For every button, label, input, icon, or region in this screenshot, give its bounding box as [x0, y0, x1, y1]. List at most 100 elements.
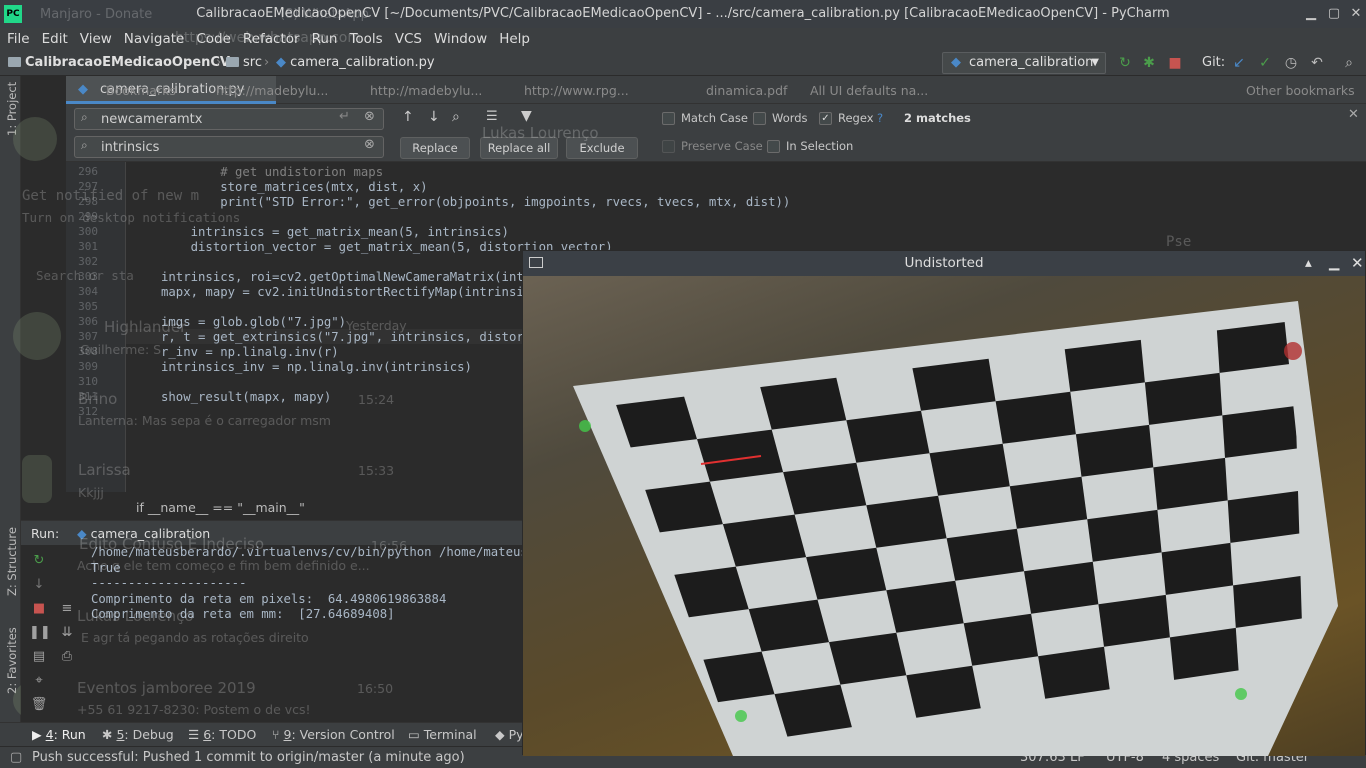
regex-help-link[interactable]: ? [877, 111, 883, 125]
replace-button[interactable]: Replace [400, 137, 470, 159]
revert-icon[interactable]: ↶ [1308, 54, 1326, 72]
ghost-chat-msg: E agr tá pegando as rotações direito [81, 630, 309, 645]
breadcrumb-project[interactable]: CalibracaoEMedicaoOpenCV [8, 55, 230, 70]
menu-view[interactable]: View [74, 28, 118, 50]
line-number: 302 [78, 255, 98, 268]
previous-occurrence-icon[interactable]: ↑ [402, 109, 414, 125]
git-label: Git: [1202, 55, 1226, 70]
menu-edit[interactable]: Edit [36, 28, 74, 50]
filter-icon[interactable]: ▼ [521, 108, 532, 124]
code-line: r_inv = np.linalg.inv(r) [161, 345, 339, 359]
search-icon[interactable]: ⌕ [1340, 54, 1358, 72]
stop-icon[interactable]: ■ [1166, 54, 1184, 72]
soft-wrap-icon[interactable]: ≡ [57, 601, 77, 621]
rerun-icon[interactable]: ↻ [29, 553, 49, 573]
chevron-down-icon: ▼ [1091, 57, 1099, 68]
in-selection-checkbox[interactable] [767, 140, 780, 153]
replace-input[interactable] [74, 136, 384, 158]
scroll-to-end-icon[interactable]: ⇊ [57, 625, 77, 645]
rerun-icon[interactable]: ↻ [1116, 54, 1134, 72]
line-number: 301 [78, 240, 98, 253]
trash-icon[interactable]: 🗑 [29, 697, 49, 717]
tab-python-console[interactable]: ◆ Py [495, 727, 524, 742]
print-icon[interactable]: ⎙ [57, 649, 77, 669]
camera-image[interactable] [523, 276, 1365, 756]
ghost-bookmark: All UI defaults na... [810, 83, 929, 98]
words-checkbox[interactable] [753, 112, 766, 125]
menu-window[interactable]: Window [428, 28, 493, 50]
tab-run[interactable]: ▶ 4: Run [32, 727, 86, 742]
ghost-chat-msg: Lanterna: Mas sepa é o carregador msm [78, 413, 331, 428]
newline-icon[interactable]: ↵ [339, 109, 350, 124]
ghost-chat-msg: Kkjjj [78, 485, 104, 500]
tab-debug[interactable]: ✱ 5: Debug [102, 727, 174, 742]
code-line: imgs = glob.glob("7.jpg") [161, 315, 347, 329]
ghost-text: Get notified of new m [22, 188, 200, 204]
git-commit-icon[interactable]: ✓ [1256, 54, 1274, 72]
pause-icon[interactable]: ❚❚ [29, 625, 51, 645]
tab-terminal[interactable]: ▭ Terminal [408, 727, 477, 742]
git-update-icon[interactable]: ↙ [1230, 54, 1248, 72]
line-number: 306 [78, 315, 98, 328]
line-number: 300 [78, 225, 98, 238]
close-icon[interactable]: ✕ [1351, 251, 1364, 276]
code-line: intrinsics = get_matrix_mean(5, intrinsi… [161, 225, 509, 239]
find-all-icon[interactable]: ⌕ [452, 109, 460, 125]
ghost-chat-name: Brino [78, 390, 118, 408]
python-file-icon: ◆ [276, 55, 286, 70]
window-up-icon[interactable]: ▴ [1305, 251, 1312, 276]
regex-checkbox[interactable]: ✓ [819, 112, 832, 125]
menu-bar: File Edit View Navigate Code Refactor Run Tools… [0, 28, 1366, 50]
menu-vcs[interactable]: VCS [389, 28, 428, 50]
layout-icon[interactable]: ▤ [29, 649, 49, 669]
scroll-down-icon[interactable]: ↓ [29, 577, 49, 597]
menu-help[interactable]: Help [493, 28, 536, 50]
editor-breadcrumb[interactable]: if __name__ == "__main__" [136, 500, 305, 515]
matches-count: 2 matches [904, 111, 971, 125]
history-icon[interactable]: ◷ [1282, 54, 1300, 72]
ghost-bookmark: http://madebylu... [370, 83, 483, 98]
regex-label: Regex [838, 111, 874, 125]
checker-square [829, 632, 907, 685]
status-toggle-icon[interactable]: ▢ [10, 750, 22, 765]
line-number: 310 [78, 375, 98, 388]
words-label: Words [772, 111, 808, 125]
search-input[interactable] [74, 108, 384, 130]
breadcrumb-file[interactable]: ◆ camera_calibration.py [276, 55, 435, 70]
structure-tool-tab[interactable]: Z: Structure [5, 527, 19, 596]
ghost-chat-name: Eventos jamboree 2019 [77, 679, 256, 697]
clear-search-icon[interactable]: ⊗ [364, 109, 375, 124]
stop-icon[interactable]: ■ [29, 601, 49, 621]
code-line: print("STD Error:", get_error(objpoints,… [161, 195, 791, 209]
select-all-occurrences-icon[interactable]: ☰ [486, 109, 498, 124]
pin-icon[interactable]: ⌖ [29, 673, 49, 693]
status-message[interactable]: Push successful: Pushed 1 commit to orig… [32, 750, 465, 765]
maximize-icon[interactable]: ▢ [1325, 5, 1343, 23]
breadcrumb-src[interactable]: src [226, 55, 262, 70]
ghost-contact-header: Lukas Lourenço [482, 124, 599, 142]
ghost-chat-time: Yesterday [346, 318, 407, 333]
tab-todo[interactable]: ☰ 6: TODO [188, 727, 256, 742]
ghost-bookmark: Other bookmarks [1246, 83, 1355, 98]
match-case-checkbox[interactable] [662, 112, 675, 125]
close-icon[interactable]: ✕ [1347, 5, 1365, 23]
editor-tab-bar: ◆ camera_calibration.py Bookmarks http:/… [66, 76, 1366, 104]
run-configuration-select[interactable]: camera_calibration ▼ ◆ [942, 52, 1106, 74]
tab-version-control[interactable]: ⑂ 9: Version Control [272, 727, 395, 742]
minimize-icon[interactable]: ▁ [1302, 5, 1320, 23]
next-occurrence-icon[interactable]: ↓ [428, 109, 440, 125]
python-icon: ◆ [495, 727, 505, 742]
clear-replace-icon[interactable]: ⊗ [364, 137, 375, 152]
preserve-case-checkbox[interactable] [662, 140, 675, 153]
ghost-text: Turn on desktop notifications [22, 210, 241, 225]
close-find-icon[interactable]: ✕ [1348, 107, 1359, 122]
menu-file[interactable]: File [0, 28, 36, 50]
minimize-icon[interactable]: ▁ [1329, 251, 1339, 276]
favorites-tool-tab[interactable]: 2: Favorites [5, 627, 19, 694]
debug-icon[interactable]: ✱ [1140, 54, 1158, 72]
ghost-chat-time: 15:33 [358, 463, 395, 478]
window-title: CalibracaoEMedicaoOpenCV [~/Documents/PV… [196, 6, 1170, 21]
match-case-label: Match Case [681, 111, 748, 125]
ghost-bookmark: dinamica.pdf [706, 83, 788, 98]
ghost-chat-time: 16:56 [371, 538, 408, 553]
